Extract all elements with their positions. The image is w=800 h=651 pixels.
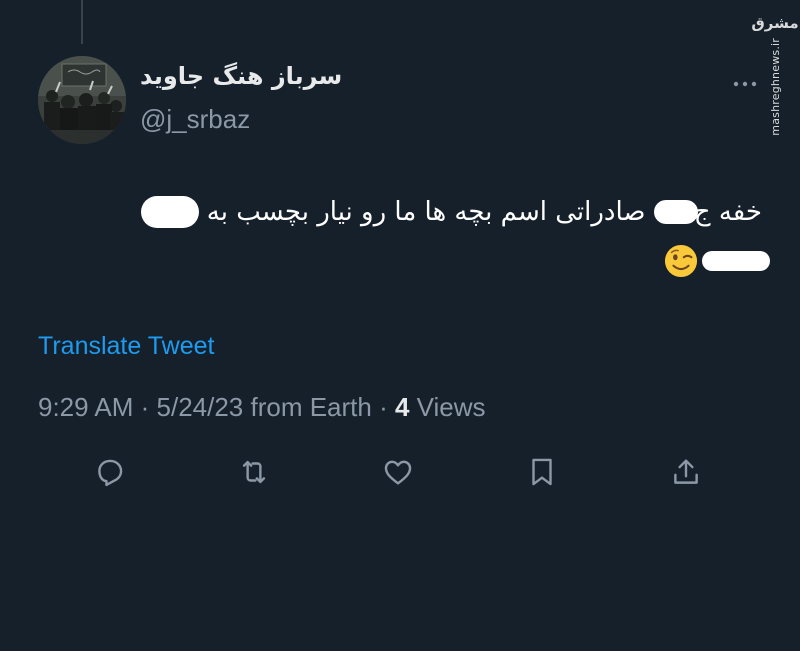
author-display-name[interactable]: سرباز هنگ جاوید (140, 62, 356, 90)
views-count[interactable]: 4 (395, 392, 409, 422)
watermark-url: mashreghnews.ir (768, 38, 782, 136)
views-label[interactable]: Views (409, 392, 486, 422)
avatar-image (38, 56, 126, 144)
retweet-icon (242, 460, 266, 484)
meta-separator: · (133, 392, 157, 422)
tweet-text-line-1: خفه ج صادراتی اسم بچه ها ما رو نیار بچسب… (140, 196, 762, 228)
thread-line (81, 0, 83, 44)
tweet-metadata: 9:29 AM · 5/24/23 from Earth · 4 Views (38, 392, 486, 423)
tweet-text-line-2 (664, 244, 770, 278)
retweet-button[interactable] (234, 452, 274, 492)
reply-button[interactable] (90, 452, 130, 492)
author-handle[interactable]: @j_srbaz (140, 104, 250, 135)
redaction-mark (702, 251, 770, 271)
bookmark-button[interactable] (522, 452, 562, 492)
meta-separator: · (371, 392, 395, 422)
more-dots-icon (733, 81, 757, 87)
tweet-action-bar (0, 452, 800, 492)
tweet-date[interactable]: 5/24/23 (157, 392, 244, 422)
tweet-source: from Earth (243, 392, 372, 422)
watermark: مشرق mashreghnews.ir (751, 14, 798, 136)
redaction-mark (140, 196, 199, 228)
reply-icon (98, 459, 123, 487)
wink-emoji-icon (664, 244, 698, 278)
avatar[interactable] (38, 56, 126, 144)
tweet-word: خفه (718, 197, 762, 227)
like-button[interactable] (378, 452, 418, 492)
share-icon (674, 459, 698, 484)
heart-icon (384, 460, 412, 485)
bookmark-icon (532, 458, 552, 486)
tweet-time[interactable]: 9:29 AM (38, 392, 133, 422)
redaction-mark (653, 200, 698, 224)
share-button[interactable] (666, 452, 706, 492)
watermark-logo: مشرق (751, 14, 799, 32)
tweet-word: ج (693, 197, 711, 227)
tweet-words: صادراتی اسم بچه ها ما رو نیار بچسب به (206, 197, 646, 227)
more-options-button[interactable] (732, 70, 758, 95)
translate-tweet-link[interactable]: Translate Tweet (38, 332, 214, 361)
